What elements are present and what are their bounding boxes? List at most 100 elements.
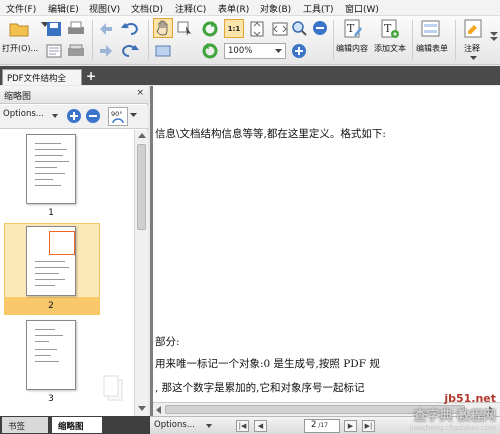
- scrollbar-thumb[interactable]: [137, 144, 146, 230]
- open-button[interactable]: [6, 18, 32, 40]
- chevron-down-icon: [130, 113, 137, 117]
- text-line: [35, 355, 51, 356]
- watermark-text: 查字典 教程网: [413, 409, 496, 424]
- arrow-left-icon: [156, 406, 161, 414]
- edit-content-button[interactable]: T: [343, 18, 363, 40]
- forward-button[interactable]: [97, 42, 115, 60]
- thumbnail-page-number: 3: [48, 394, 54, 404]
- close-icon[interactable]: ×: [136, 88, 144, 98]
- chevron-down-icon: [490, 32, 498, 41]
- tab-thumbnails[interactable]: 缩略图: [52, 417, 102, 433]
- thumbnail-scrollbar[interactable]: [134, 130, 148, 416]
- document-icon: [46, 44, 62, 58]
- menu-form[interactable]: 表单(R): [218, 2, 249, 15]
- open-label[interactable]: 打开(O)...: [2, 43, 38, 54]
- panel-options-button[interactable]: Options...: [3, 109, 58, 124]
- add-text-label[interactable]: 添加文本: [374, 43, 406, 54]
- hand-tool-button[interactable]: [153, 18, 173, 38]
- menu-document[interactable]: 文档(D): [131, 2, 163, 15]
- next-page-button[interactable]: ▶: [344, 420, 357, 432]
- thumbnail-zoom-in-button[interactable]: [66, 108, 82, 127]
- snapshot-button[interactable]: [153, 42, 173, 60]
- actual-size-button[interactable]: 1:1: [224, 19, 244, 38]
- edit-content-label[interactable]: 编辑内容: [336, 43, 368, 54]
- chevron-down-icon: [469, 55, 477, 60]
- page-number-field[interactable]: 2 /17: [304, 419, 340, 433]
- document-page[interactable]: 信息\文档结构信息等等,都在这里定义。格式如下: 部分: 用来唯一标记一个对象:…: [153, 86, 500, 402]
- zoom-select[interactable]: 100%: [224, 43, 286, 59]
- save-button[interactable]: [44, 20, 64, 38]
- new-tab-button[interactable]: +: [85, 69, 97, 83]
- previous-page-icon: ◀: [257, 422, 264, 430]
- toolbar-overflow-button[interactable]: [489, 26, 499, 46]
- toolbar-separator: [148, 20, 149, 60]
- page-total: 17: [320, 422, 328, 429]
- text-line: [35, 155, 63, 156]
- menu-view[interactable]: 视图(V): [89, 2, 120, 15]
- text-line: [35, 341, 49, 342]
- menu-file[interactable]: 文件(F): [6, 2, 36, 15]
- fit-width-button[interactable]: [270, 19, 290, 38]
- zoom-in-tool-button[interactable]: [290, 19, 308, 37]
- panel-options-label: Options...: [3, 109, 44, 119]
- text-line: [35, 349, 57, 350]
- toolbar-separator: [333, 20, 334, 60]
- menu-bar: 文件(F) 编辑(E) 视图(V) 文档(D) 注释(C) 表单(R) 对象(B…: [0, 0, 500, 16]
- panel-toolbar-dropdown[interactable]: [130, 110, 137, 123]
- rotate-clockwise-button[interactable]: [201, 20, 219, 38]
- zoom-out-button[interactable]: [311, 19, 329, 37]
- menu-object[interactable]: 对象(B): [260, 2, 291, 15]
- thumbnail-zoom-out-button[interactable]: [85, 108, 101, 127]
- snapshot-icon: [155, 45, 171, 57]
- status-options-button[interactable]: Options...: [154, 419, 212, 433]
- menu-window[interactable]: 窗口(W): [345, 2, 379, 15]
- toolbar: 打开(O)... 1:1 100% T 编辑内容 T 添加文本 编辑表单 注释: [0, 16, 500, 65]
- text-line: [35, 279, 65, 280]
- thumbnail-page-1[interactable]: [26, 134, 76, 204]
- text-line: [35, 161, 69, 162]
- add-text-button[interactable]: T: [380, 18, 400, 40]
- text-line: [35, 173, 65, 174]
- menu-tools[interactable]: 工具(T): [303, 2, 334, 15]
- menu-edit[interactable]: 编辑(E): [48, 2, 79, 15]
- rotate-counterclockwise-button[interactable]: [201, 42, 219, 60]
- previous-page-button[interactable]: ◀: [254, 420, 267, 432]
- edit-form-button[interactable]: [420, 18, 442, 40]
- back-button[interactable]: [97, 20, 115, 38]
- folder-icon: [9, 23, 29, 37]
- undo-button[interactable]: [119, 20, 141, 38]
- fit-page-button[interactable]: [247, 19, 267, 38]
- hand-icon: [156, 20, 168, 36]
- rotate-right-icon: [202, 21, 218, 37]
- tab-bookmarks[interactable]: 书签: [2, 417, 48, 433]
- edit-form-label[interactable]: 编辑表单: [416, 43, 448, 54]
- text-line: [35, 167, 57, 168]
- redo-icon: [122, 45, 139, 57]
- status-options-label: Options...: [154, 420, 195, 430]
- arrow-right-icon: [100, 45, 112, 57]
- select-text-button[interactable]: [176, 19, 194, 37]
- thumbnail-page-2[interactable]: [26, 226, 76, 296]
- thumbnail-panel: 缩略图 × Options... 90° 1 2 3: [0, 86, 148, 416]
- annotate-button[interactable]: [463, 18, 483, 40]
- document-text-line: 用来唯一标记一个对象:0 是生成号,按照 PDF 规: [155, 358, 380, 370]
- rotate-thumbnail-button[interactable]: 90°: [108, 107, 128, 126]
- redo-button[interactable]: [119, 42, 141, 60]
- email-button[interactable]: [44, 42, 64, 60]
- annotate-label[interactable]: 注释: [464, 43, 480, 54]
- first-page-button[interactable]: |◀: [236, 420, 249, 432]
- tab-document[interactable]: PDF文件结构全: [2, 69, 82, 85]
- print-button[interactable]: [66, 20, 86, 38]
- thumbnail-page-3[interactable]: [26, 320, 76, 390]
- form-icon: [421, 20, 440, 37]
- scan-button[interactable]: [66, 42, 86, 60]
- annotation-icon: [464, 19, 482, 38]
- scanner-icon: [68, 44, 84, 56]
- menu-comment[interactable]: 注释(C): [175, 2, 206, 15]
- visible-area-marker[interactable]: [49, 231, 75, 255]
- annotate-dropdown[interactable]: [469, 55, 477, 61]
- zoom-in-button[interactable]: [290, 42, 308, 60]
- last-page-button[interactable]: ▶|: [362, 420, 375, 432]
- zoom-value: 100%: [228, 46, 253, 56]
- text-line: [35, 143, 61, 144]
